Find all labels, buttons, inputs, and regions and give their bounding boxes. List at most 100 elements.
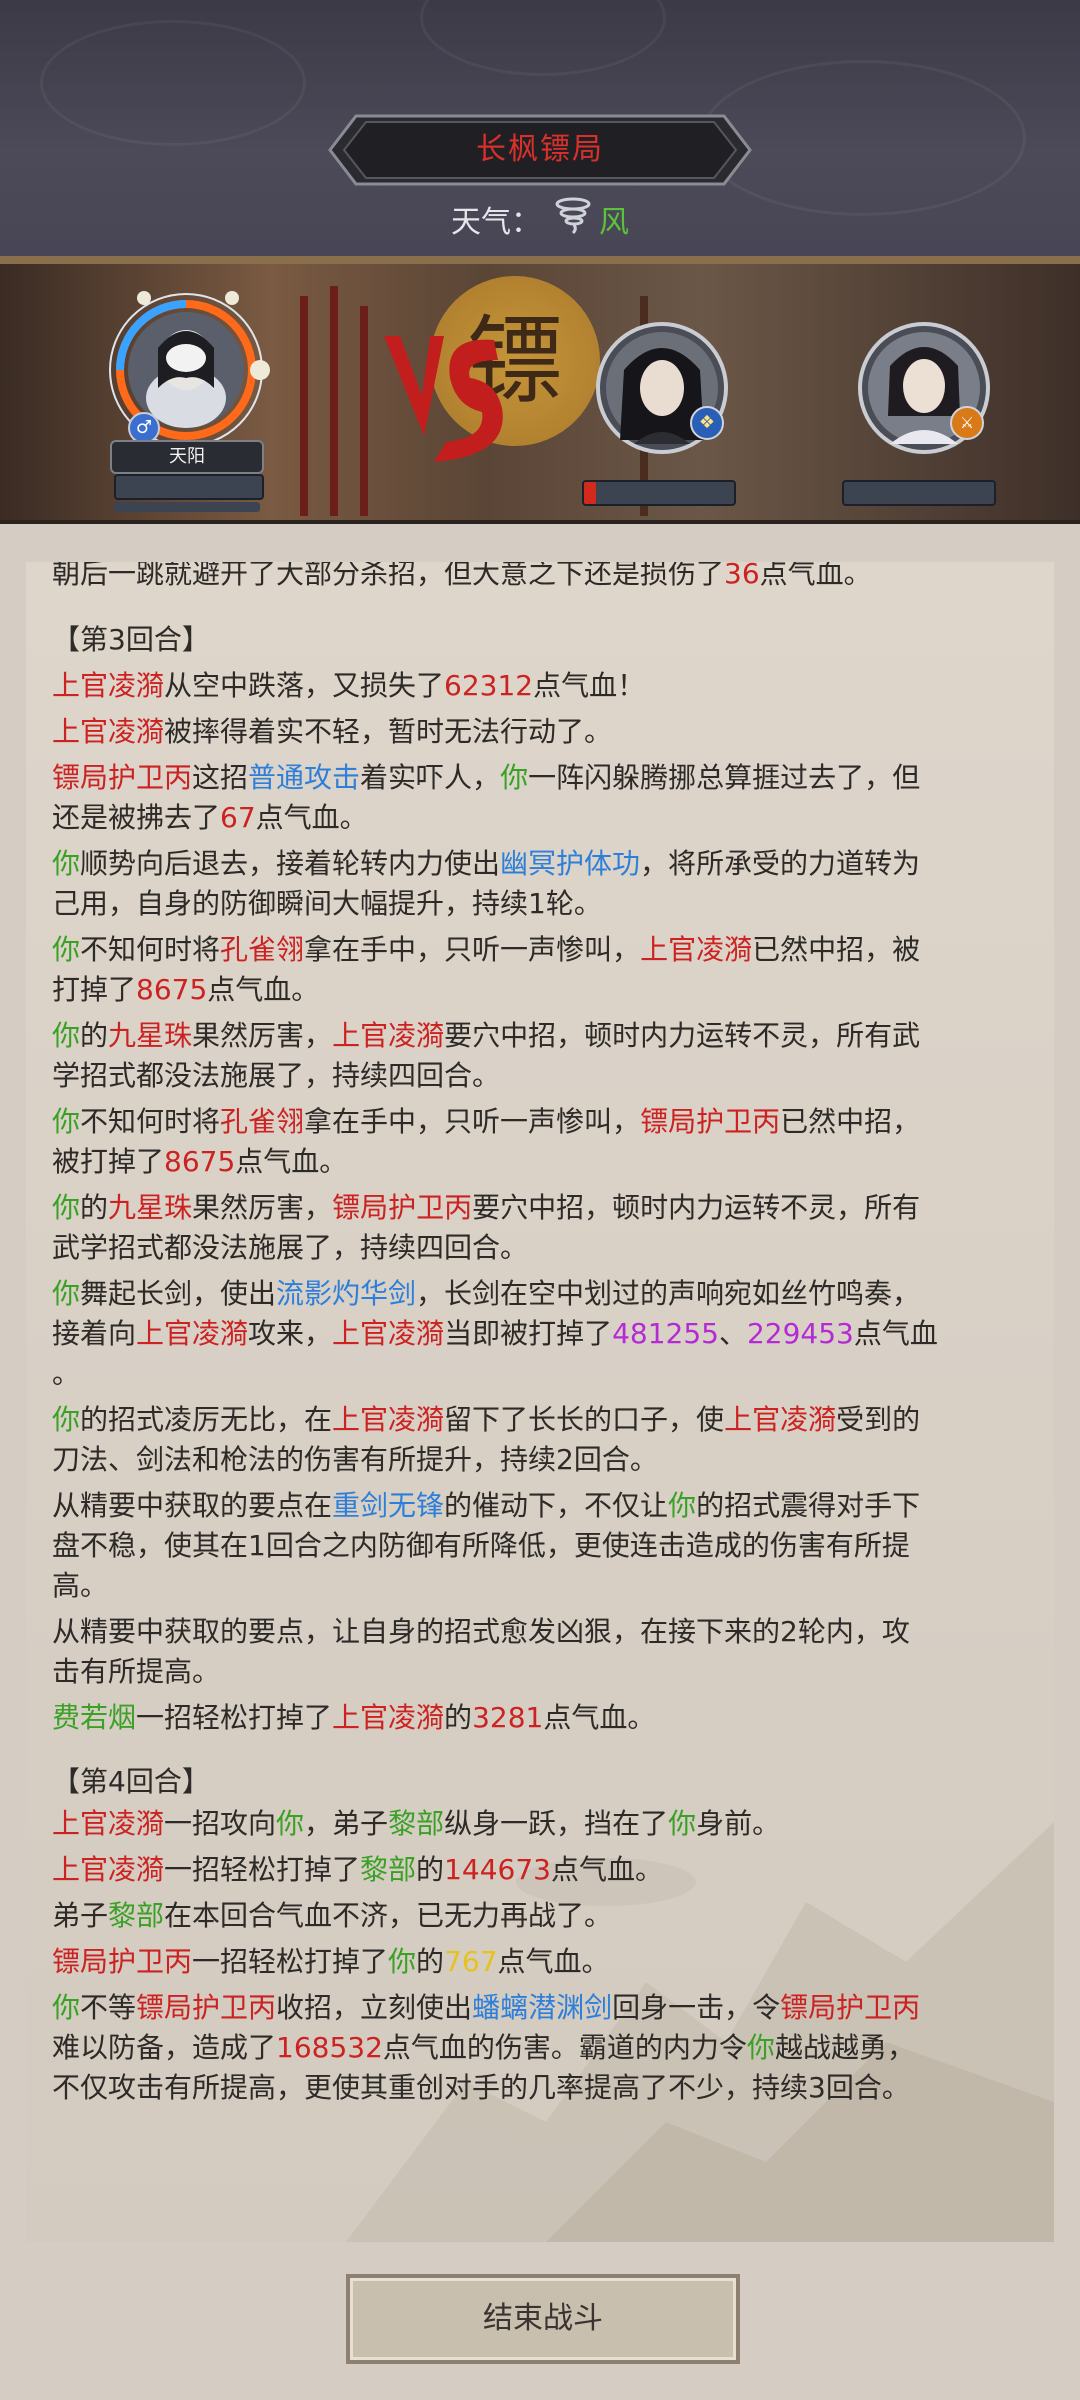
log-line: 己用，自身的防御瞬间大幅提升，持续1轮。: [52, 884, 602, 924]
log-text: 收招，立刻使出: [276, 1991, 473, 2024]
log-highlight: 上官凌漪: [52, 715, 165, 748]
log-text: 的: [416, 1945, 445, 1978]
log-text: 高。: [52, 1569, 109, 1602]
log-highlight: 8675: [164, 1145, 236, 1178]
log-text: 点气血的伤害。霸道的内力令: [382, 2031, 747, 2064]
log-line: 弟子黎部在本回合气血不济，已无力再战了。: [52, 1896, 612, 1936]
log-text: 还是被拂去了: [52, 801, 221, 834]
log-highlight: 黎部: [108, 1899, 165, 1932]
log-text: 不仅攻击有所提高，更使其重创对手的几率提高了不少，持续3回合。: [52, 2071, 910, 2104]
log-text: 点气血。: [550, 1853, 663, 1886]
log-highlight: 孔雀翎: [220, 1105, 305, 1138]
log-highlight: 62312: [444, 669, 534, 702]
log-text: 的招式震得对手下: [696, 1489, 921, 1522]
log-text: 果然厉害，: [192, 1191, 333, 1224]
log-line: 【第4回合】: [52, 1762, 210, 1802]
log-line: 武学招式都没法施展了，持续四回合。: [52, 1228, 528, 1268]
log-line: 难以防备，造成了168532点气血的伤害。霸道的内力令你越战越勇，: [52, 2028, 915, 2068]
log-text: 要穴中招，顿时内力运转不灵，所有: [472, 1191, 921, 1224]
log-line: 你顺势向后退去，接着轮转内力使出幽冥护体功，将所承受的力道转为: [52, 844, 920, 884]
log-line: 上官凌漪从空中跌落，又损失了62312点气血！: [52, 666, 645, 706]
weapon-rack: [330, 286, 338, 516]
banner-border: [0, 256, 1080, 264]
log-text: 一招攻向: [164, 1807, 277, 1840]
log-text: 【第3回合】: [52, 623, 210, 656]
log-line: 【第3回合】: [52, 620, 210, 660]
log-highlight: 九星珠: [108, 1191, 193, 1224]
log-highlight: 3281: [472, 1701, 544, 1734]
log-text: 点气血。: [497, 1945, 610, 1978]
log-highlight: 幽冥护体功: [500, 847, 641, 880]
log-text: 学招式都没法施展了，持续四回合。: [52, 1059, 501, 1092]
log-highlight: 费若烟: [52, 1701, 137, 1734]
log-highlight: 上官凌漪: [332, 1019, 445, 1052]
log-text: 击有所提高。: [52, 1655, 221, 1688]
log-text: 要穴中招，顿时内力运转不灵，所有武: [444, 1019, 921, 1052]
log-text: 着实吓人，: [360, 761, 501, 794]
log-highlight: 上官凌漪: [724, 1403, 837, 1436]
log-line: 你的九星珠果然厉害，上官凌漪要穴中招，顿时内力运转不灵，所有武: [52, 1016, 920, 1056]
weapon-rack: [360, 306, 368, 516]
log-highlight: 你: [52, 1991, 81, 2024]
log-line: 打掉了8675点气血。: [52, 970, 319, 1010]
log-highlight: 孔雀翎: [220, 933, 305, 966]
log-text: 打掉了: [52, 973, 137, 1006]
log-line: 学招式都没法施展了，持续四回合。: [52, 1056, 500, 1096]
log-line: 镖局护卫丙这招普通攻击着实吓人，你一阵闪躲腾挪总算捱过去了，但: [52, 758, 920, 798]
log-highlight: 你: [52, 1277, 81, 1310]
log-text: ，长剑在空中划过的声响宛如丝竹鸣奏，: [416, 1277, 921, 1310]
combat-log[interactable]: 朝后一跳就避开了大部分杀招，但大意之下还是损伤了36点气血。 【第3回合】 上官凌漪…: [26, 562, 1054, 2242]
log-text: 身前。: [696, 1807, 781, 1840]
log-highlight: 481255: [612, 1317, 719, 1350]
log-text: 弟子: [52, 1899, 109, 1932]
log-highlight: 上官凌漪: [332, 1403, 445, 1436]
page-title: 长枫镖局: [476, 132, 604, 167]
enemy2-hp-bar: [842, 480, 996, 506]
weapon-rack: [300, 296, 308, 516]
end-battle-button[interactable]: 结束战斗: [346, 2274, 740, 2364]
log-line: 盘不稳，使其在1回合之内防御有所降低，更使连击造成的伤害有所提: [52, 1526, 910, 1566]
log-highlight: 蟠螭潜渊剑: [472, 1991, 613, 2024]
log-highlight: 九星珠: [108, 1019, 193, 1052]
log-text: 一招轻松打掉了: [164, 1853, 361, 1886]
log-highlight: 你: [52, 933, 81, 966]
log-highlight: 镖局护卫丙: [52, 761, 193, 794]
player-hp-bar: [114, 474, 264, 500]
log-highlight: 镖局护卫丙: [52, 1945, 193, 1978]
log-text: 点气血。: [759, 562, 872, 590]
log-highlight: 你: [668, 1489, 697, 1522]
log-text: 一招轻松打掉了: [136, 1701, 333, 1734]
log-highlight: 168532: [276, 2031, 383, 2064]
log-highlight: 镖局护卫丙: [780, 1991, 921, 2024]
log-text: 的: [80, 1019, 109, 1052]
whirlwind-icon: [553, 196, 593, 251]
log-text: 一阵闪躲腾挪总算捱过去了，但: [528, 761, 921, 794]
log-highlight: 上官凌漪: [52, 1807, 165, 1840]
log-text: 的: [416, 1853, 445, 1886]
log-text: 一招轻松打掉了: [192, 1945, 389, 1978]
log-text: 不知何时将: [80, 1105, 221, 1138]
log-highlight: 36: [724, 562, 760, 590]
log-line: 费若烟一招轻松打掉了上官凌漪的3281点气血。: [52, 1698, 655, 1738]
log-text: 朝后一跳就避开了大部分杀招，但大意之下还是损伤了: [52, 562, 725, 590]
log-text: 盘不稳，使其在1回合之内防御有所降低，更使连击造成的伤害有所提: [52, 1529, 910, 1562]
log-text: 被打掉了: [52, 1145, 165, 1178]
log-text: 点气血: [853, 1317, 938, 1350]
log-line: 接着向上官凌漪攻来，上官凌漪当即被打掉了481255、229453点气血: [52, 1314, 938, 1354]
log-text: 点气血。: [235, 1145, 348, 1178]
log-highlight: 你: [500, 761, 529, 794]
log-line: 从精要中获取的要点在重剑无锋的催动下，不仅让你的招式震得对手下: [52, 1486, 920, 1526]
log-text: 己用，自身的防御瞬间大幅提升，持续1轮。: [52, 887, 602, 920]
log-line: 你不知何时将孔雀翎拿在手中，只听一声惨叫，镖局护卫丙已然中招，: [52, 1102, 920, 1142]
log-text: 拿在手中，只听一声惨叫，: [304, 933, 641, 966]
log-text: 的: [444, 1701, 473, 1734]
log-text: 点气血。: [255, 801, 368, 834]
log-text: 回身一击，令: [612, 1991, 781, 2024]
log-text: 被摔得着实不轻，暂时无法行动了。: [164, 715, 613, 748]
log-text: 拿在手中，只听一声惨叫，: [304, 1105, 641, 1138]
log-line: 高。: [52, 1566, 108, 1606]
log-line: 不仅攻击有所提高，更使其重创对手的几率提高了不少，持续3回合。: [52, 2068, 910, 2108]
log-highlight: 镖局护卫丙: [332, 1191, 473, 1224]
log-highlight: 流影灼华剑: [276, 1277, 417, 1310]
enemy1-hp-fill: [584, 482, 596, 504]
